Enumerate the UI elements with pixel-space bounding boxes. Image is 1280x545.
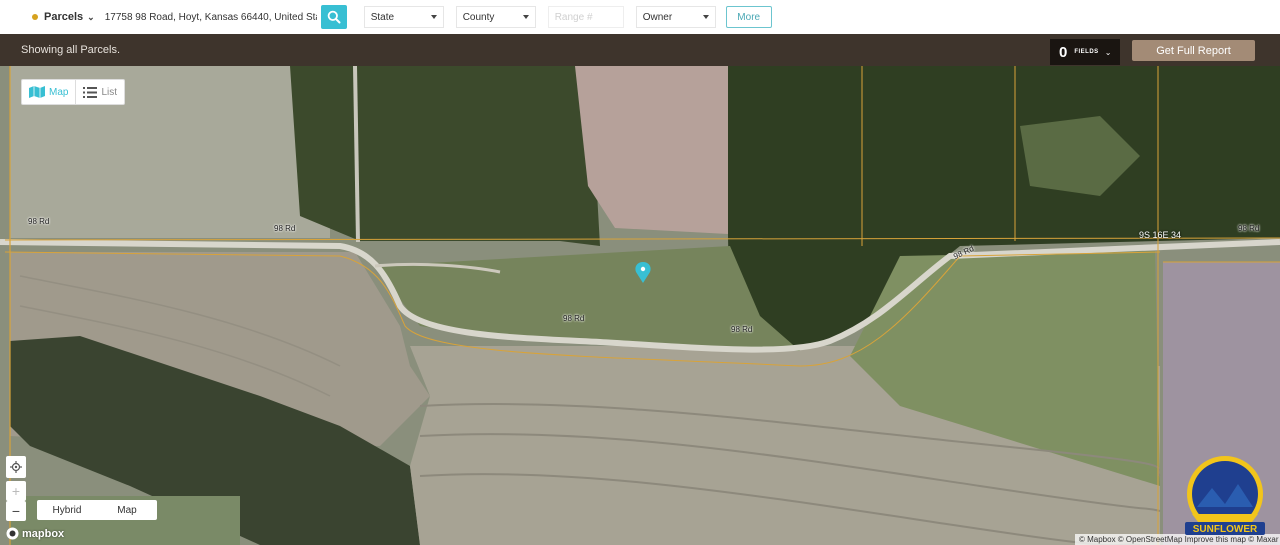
hybrid-basemap-button[interactable]: Hybrid — [37, 505, 97, 516]
mapbox-icon — [6, 527, 19, 540]
range-select-label: Range # — [554, 11, 593, 23]
search-icon — [327, 10, 341, 24]
fields-counter-dropdown[interactable]: 0 FIELDS ⌄ — [1050, 39, 1120, 65]
map-basemap-button[interactable]: Map — [97, 505, 157, 516]
range-select: Range # — [547, 6, 624, 28]
top-filter-bar: Parcels ⌄ State County Range # Owner Mor… — [0, 0, 1280, 34]
fields-count: 0 — [1059, 43, 1068, 61]
state-select[interactable]: State — [363, 6, 444, 28]
road-label: 98 Rd — [28, 217, 50, 226]
aerial-imagery — [0, 66, 1280, 545]
basemap-switcher: Hybrid Map — [37, 500, 157, 520]
owner-select-label: Owner — [642, 11, 673, 23]
county-select[interactable]: County — [455, 6, 536, 28]
zoom-out-button[interactable]: − — [6, 501, 26, 521]
more-filters-button[interactable]: More — [725, 6, 772, 28]
results-info-bar: Showing all Parcels. 0 FIELDS ⌄ Get Full… — [0, 34, 1280, 66]
parcel-section-label: 9S 16E 34 — [1139, 230, 1182, 240]
address-search-input[interactable] — [104, 6, 317, 28]
state-select-label: State — [370, 11, 395, 23]
dataset-label: Parcels — [44, 11, 84, 23]
dataset-selector[interactable]: Parcels ⌄ — [32, 11, 95, 23]
view-toggle: Map List — [21, 79, 126, 105]
caret-down-icon — [522, 15, 529, 19]
county-select-label: County — [462, 11, 495, 23]
mapbox-logo-text: mapbox — [22, 527, 65, 540]
mapbox-logo[interactable]: mapbox — [6, 527, 64, 540]
road-label: 98 Rd — [731, 325, 753, 334]
geolocate-icon — [10, 461, 22, 473]
map-view-label: Map — [49, 86, 69, 98]
chevron-down-icon: ⌄ — [1104, 47, 1112, 57]
chevron-down-icon: ⌄ — [87, 11, 95, 22]
geolocate-button[interactable] — [6, 456, 26, 478]
map-icon — [29, 86, 45, 98]
search-button[interactable] — [320, 5, 347, 29]
map-canvas[interactable]: Map List 98 Rd 98 Rd 98 Rd 98 Rd 98 Rd 9… — [0, 66, 1280, 545]
road-label: 98 Rd — [1238, 224, 1260, 233]
map-view-button[interactable]: Map — [22, 80, 75, 104]
caret-down-icon — [702, 15, 709, 19]
caret-down-icon — [430, 15, 437, 19]
list-view-label: List — [101, 86, 118, 98]
list-view-button[interactable]: List — [76, 80, 124, 104]
list-icon — [83, 86, 98, 98]
zoom-in-button[interactable]: + — [6, 481, 26, 501]
dataset-dot-icon — [32, 14, 38, 20]
road-label: 98 Rd — [563, 314, 585, 323]
road-label: 98 Rd — [274, 224, 296, 233]
get-full-report-button[interactable]: Get Full Report — [1132, 40, 1255, 61]
sunflower-logo: SUNFLOWER — [1185, 456, 1265, 535]
sunflower-logo-text: SUNFLOWER — [1193, 524, 1258, 535]
owner-select[interactable]: Owner — [635, 6, 716, 28]
fields-label: FIELDS — [1074, 49, 1099, 55]
results-status-text: Showing all Parcels. — [21, 44, 121, 56]
